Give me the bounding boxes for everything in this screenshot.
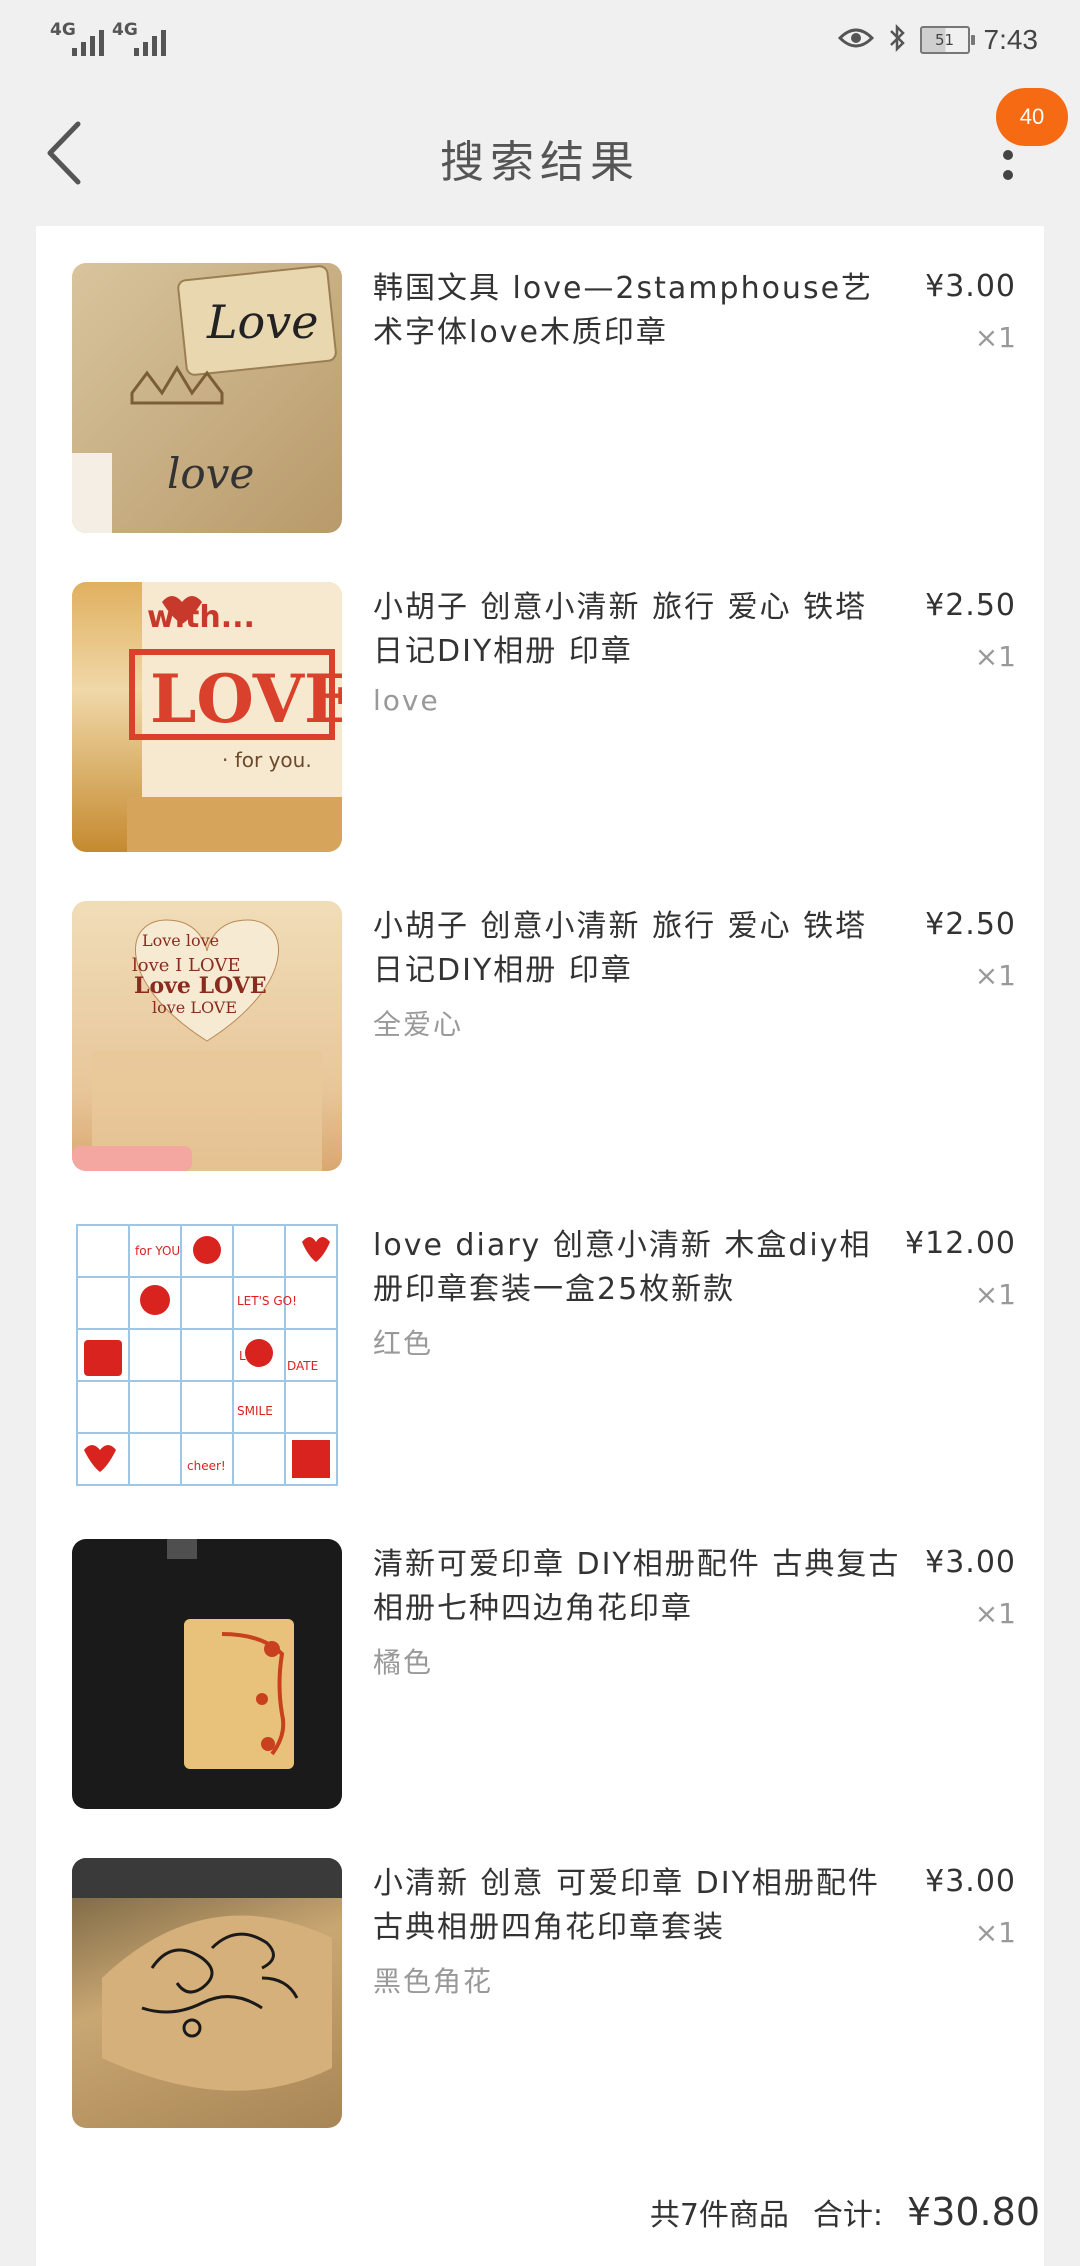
battery-icon: 51 (919, 26, 975, 54)
svg-text:LOVE: LOVE (150, 660, 342, 738)
product-price: ¥3.00 (925, 1545, 1016, 1580)
signal-icon: 4G (50, 20, 104, 56)
product-price: ¥3.00 (925, 1864, 1016, 1899)
product-thumbnail (72, 1858, 342, 2128)
order-summary: 共7件商品 合计: ¥30.80 (650, 2190, 1040, 2234)
status-bar: 4G 4G 51 7:43 (0, 0, 1080, 80)
product-variant: 橘色 (373, 1646, 434, 1679)
product-variant: 全爱心 (373, 1008, 464, 1041)
svg-text:LET'S GO!: LET'S GO! (237, 1294, 297, 1308)
svg-text:Love LOVE: Love LOVE (134, 973, 267, 999)
product-quantity: ×1 (974, 1916, 1016, 1949)
product-item[interactable]: Love love 韩国文具 love—2stamphouse艺术字体love木… (36, 263, 1044, 563)
product-name: love diary 创意小清新 木盒diy相册印章套装一盒25枚新款 (373, 1228, 872, 1307)
network-type-label: 4G (112, 20, 138, 40)
page-title: 搜索结果 (440, 137, 640, 188)
status-icons: 51 7:43 (837, 18, 1039, 62)
product-item[interactable]: with... LOVE · for you. 小胡子 创意小清新 旅行 爱心 … (36, 582, 1044, 882)
product-variant: 黑色角花 (373, 1965, 494, 1998)
product-thumbnail: for YOU LET'S GO! LOVE DATE SMILE cheer! (72, 1220, 342, 1490)
svg-text:cheer!: cheer! (187, 1459, 226, 1473)
product-name: 小胡子 创意小清新 旅行 爱心 铁塔 日记DIY相册 印章 (373, 590, 868, 669)
product-thumbnail: Love love (72, 263, 342, 533)
product-price: ¥12.00 (905, 1226, 1016, 1261)
product-name: 清新可爱印章 DIY相册配件 古典复古相册七种四边角花印章 (373, 1547, 901, 1626)
item-count: 共7件商品 (649, 2198, 789, 2233)
product-variant: 红色 (373, 1327, 434, 1360)
network-type-label: 4G (50, 20, 76, 40)
product-quantity: ×1 (974, 321, 1016, 354)
svg-text:for YOU: for YOU (135, 1244, 180, 1258)
svg-text:love LOVE: love LOVE (152, 998, 237, 1017)
product-name: 小胡子 创意小清新 旅行 爱心 铁塔 日记DIY相册 印章 (373, 909, 868, 988)
battery-level: 51 (934, 31, 955, 49)
svg-text:DATE: DATE (287, 1359, 318, 1373)
signal-icon: 4G (112, 20, 166, 56)
product-name: 小清新 创意 可爱印章 DIY相册配件 古典相册四角花印章套装 (373, 1866, 880, 1945)
product-item[interactable]: for YOU LET'S GO! LOVE DATE SMILE cheer! lo… (36, 1220, 1044, 1520)
product-thumbnail: Love love love I LOVE Love LOVE love LOV… (72, 901, 342, 1171)
product-quantity: ×1 (974, 1278, 1016, 1311)
notification-badge[interactable]: 40 (996, 88, 1068, 146)
product-price: ¥3.00 (925, 269, 1016, 304)
bluetooth-icon (888, 23, 906, 57)
product-name: 韩国文具 love—2stamphouse艺术字体love木质印章 (373, 271, 874, 350)
total-value: ¥30.80 (907, 2190, 1040, 2234)
product-quantity: ×1 (974, 1597, 1016, 1630)
svg-text:SMILE: SMILE (237, 1404, 273, 1418)
product-quantity: ×1 (974, 640, 1016, 673)
product-price: ¥2.50 (925, 907, 1016, 942)
more-dots-icon (1003, 150, 1013, 160)
svg-text:· for you.: · for you. (222, 748, 312, 772)
product-thumbnail (72, 1539, 342, 1809)
product-variant: love (373, 684, 440, 717)
product-item[interactable]: 清新可爱印章 DIY相册配件 古典复古相册七种四边角花印章 橘色 ¥3.00 ×… (36, 1539, 1044, 1839)
svg-text:Love: Love (206, 295, 318, 349)
svg-text:Love love: Love love (142, 931, 219, 950)
header: 搜索结果 (0, 80, 1080, 225)
product-quantity: ×1 (974, 959, 1016, 992)
eye-icon (837, 26, 874, 54)
svg-text:with...: with... (147, 600, 255, 635)
product-price: ¥2.50 (925, 588, 1016, 623)
product-thumbnail: with... LOVE · for you. (72, 582, 342, 852)
svg-text:love: love (167, 449, 254, 498)
product-item[interactable]: Love love love I LOVE Love LOVE love LOV… (36, 901, 1044, 1201)
product-item[interactable]: 小清新 创意 可爱印章 DIY相册配件 古典相册四角花印章套装 黑色角花 ¥3.… (36, 1858, 1044, 2158)
svg-text:LOVE: LOVE (239, 1349, 270, 1363)
total-label: 合计: (812, 2198, 884, 2233)
clock: 7:43 (983, 24, 1039, 55)
more-options-button[interactable] (990, 140, 1026, 210)
